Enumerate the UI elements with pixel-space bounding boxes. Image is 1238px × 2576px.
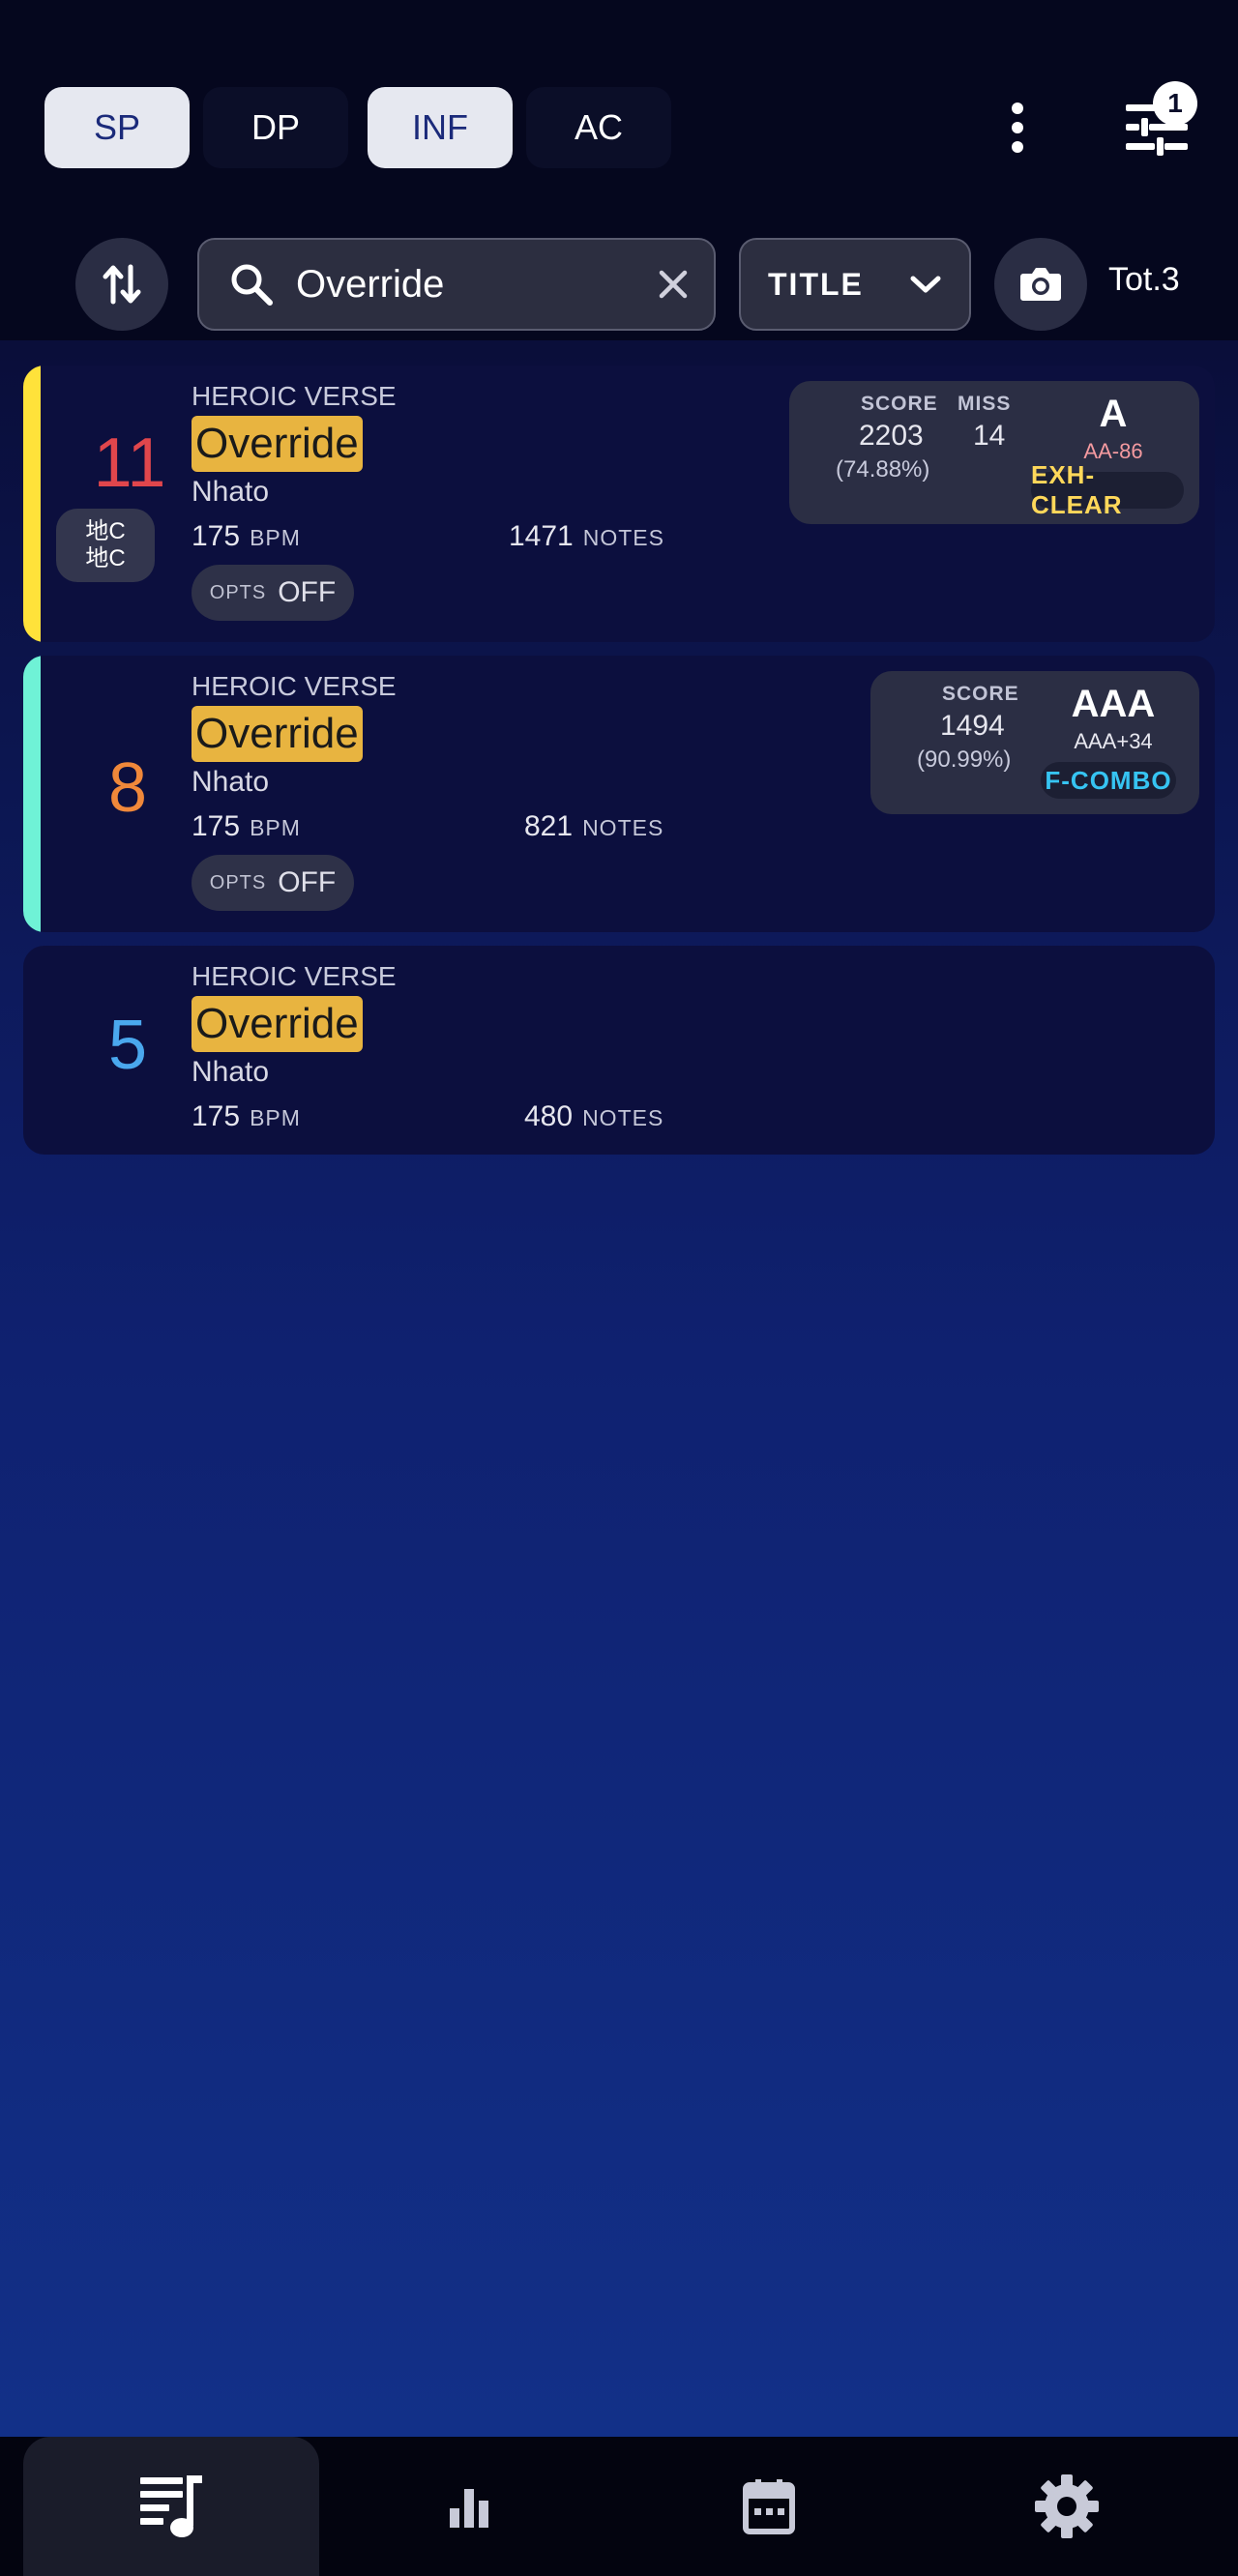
notes-value: 821 [524,810,574,842]
song-card[interactable]: 5 HEROIC VERSE Override Nhato 175 BPM 480… [23,946,1215,1155]
score-label: SCORE [942,683,1019,705]
calendar-icon [743,2479,795,2534]
more-options-button[interactable] [996,93,1039,162]
dot-icon [1012,122,1023,133]
total-count: Tot.3 [1108,261,1180,298]
version-ac-button[interactable]: AC [526,87,671,168]
nav-stats[interactable] [319,2437,619,2576]
options-label: OPTS [209,581,267,603]
bpm-unit: BPM [250,1105,301,1130]
grade: AAA [1071,683,1156,725]
score-value: 1494 [940,710,1005,742]
chart-badge-line: 地C [85,545,126,571]
notes: 821 NOTES [524,810,663,843]
song-card[interactable]: 8 HEROIC VERSE Override Nhato 175 BPM 821… [23,656,1215,932]
chevron-down-icon [910,276,941,293]
sort-field-select[interactable]: TITLE [739,238,971,331]
chart-badge: 地C 地C [56,509,155,582]
dot-icon [1012,102,1023,114]
song-title: Override [192,706,363,762]
dot-icon [1012,141,1023,153]
level-number: 5 [107,1007,148,1084]
clear-type-tag: EXH-CLEAR [1031,460,1184,519]
score-panel[interactable]: SCORE 1494 (90.99%) AAA AAA+34 F-COMBO [870,671,1199,814]
artist-name: Nhato [192,1056,270,1088]
sort-field-label: TITLE [768,266,864,302]
score-panel[interactable]: SCORE 2203 (74.88%) MISS 14 A AA-86 EXH-… [789,381,1199,524]
mode-sp-button[interactable]: SP [44,87,190,168]
chart-badge-line: 地C [85,518,126,544]
search-field [197,238,716,331]
bpm-value: 175 [192,520,241,552]
bottom-navigation [0,2437,1238,2576]
options-value: OFF [278,866,337,898]
series-name: HEROIC VERSE [192,671,397,701]
music-list-icon [140,2475,202,2537]
filter-count-badge: 1 [1153,81,1197,126]
artist-name: Nhato [192,476,270,508]
mode-toggles: SP DP INF AC [44,87,671,168]
search-input[interactable] [296,262,615,307]
notes: 480 NOTES [524,1100,663,1133]
song-card[interactable]: 11 地C 地C HEROIC VERSE Override Nhato 175… [23,366,1215,642]
swap-vertical-icon [103,264,141,305]
camera-icon [1020,268,1061,301]
options-label: OPTS [209,871,267,893]
notes-unit: NOTES [582,1105,664,1130]
clear-lamp-stripe [23,656,41,932]
bpm-unit: BPM [250,815,301,840]
notes-unit: NOTES [582,815,664,840]
grade: A [1099,393,1128,435]
bpm: 175 BPM [192,810,301,843]
bpm: 175 BPM [192,520,301,553]
grade-diff: AAA+34 [1074,729,1153,753]
notes-value: 1471 [509,520,574,552]
bpm-value: 175 [192,1100,241,1132]
clear-lamp-stripe [23,366,41,642]
bpm: 175 BPM [192,1100,301,1133]
options-value: OFF [278,576,337,608]
bar-chart-icon [450,2489,488,2528]
bpm-unit: BPM [250,525,301,550]
nav-settings[interactable] [919,2437,1215,2576]
level-number: 11 [93,424,166,502]
artist-name: Nhato [192,766,270,798]
search-icon [231,264,273,306]
sort-order-button[interactable] [75,238,168,331]
gear-icon [1035,2474,1099,2538]
nav-song-list[interactable] [23,2437,319,2576]
score-percent: (90.99%) [917,746,1012,773]
camera-button[interactable] [994,238,1087,331]
miss-label: MISS [958,393,1012,415]
notes: 1471 NOTES [509,520,664,553]
score-label: SCORE [861,393,938,415]
series-name: HEROIC VERSE [192,961,397,991]
clear-icon[interactable] [652,263,694,306]
song-title: Override [192,996,363,1052]
series-name: HEROIC VERSE [192,381,397,411]
options-chip[interactable]: OPTS OFF [192,855,354,911]
options-chip[interactable]: OPTS OFF [192,565,354,621]
song-title: Override [192,416,363,472]
bpm-value: 175 [192,810,241,842]
mode-dp-button[interactable]: DP [203,87,348,168]
nav-calendar[interactable] [619,2437,919,2576]
score-percent: (74.88%) [836,456,930,483]
miss-count: 14 [973,420,1006,452]
notes-unit: NOTES [582,525,664,550]
clear-type-tag: F-COMBO [1041,762,1176,799]
notes-value: 480 [524,1100,574,1132]
version-inf-button[interactable]: INF [368,87,513,168]
level-number: 8 [107,749,148,827]
score-value: 2203 [859,420,924,452]
